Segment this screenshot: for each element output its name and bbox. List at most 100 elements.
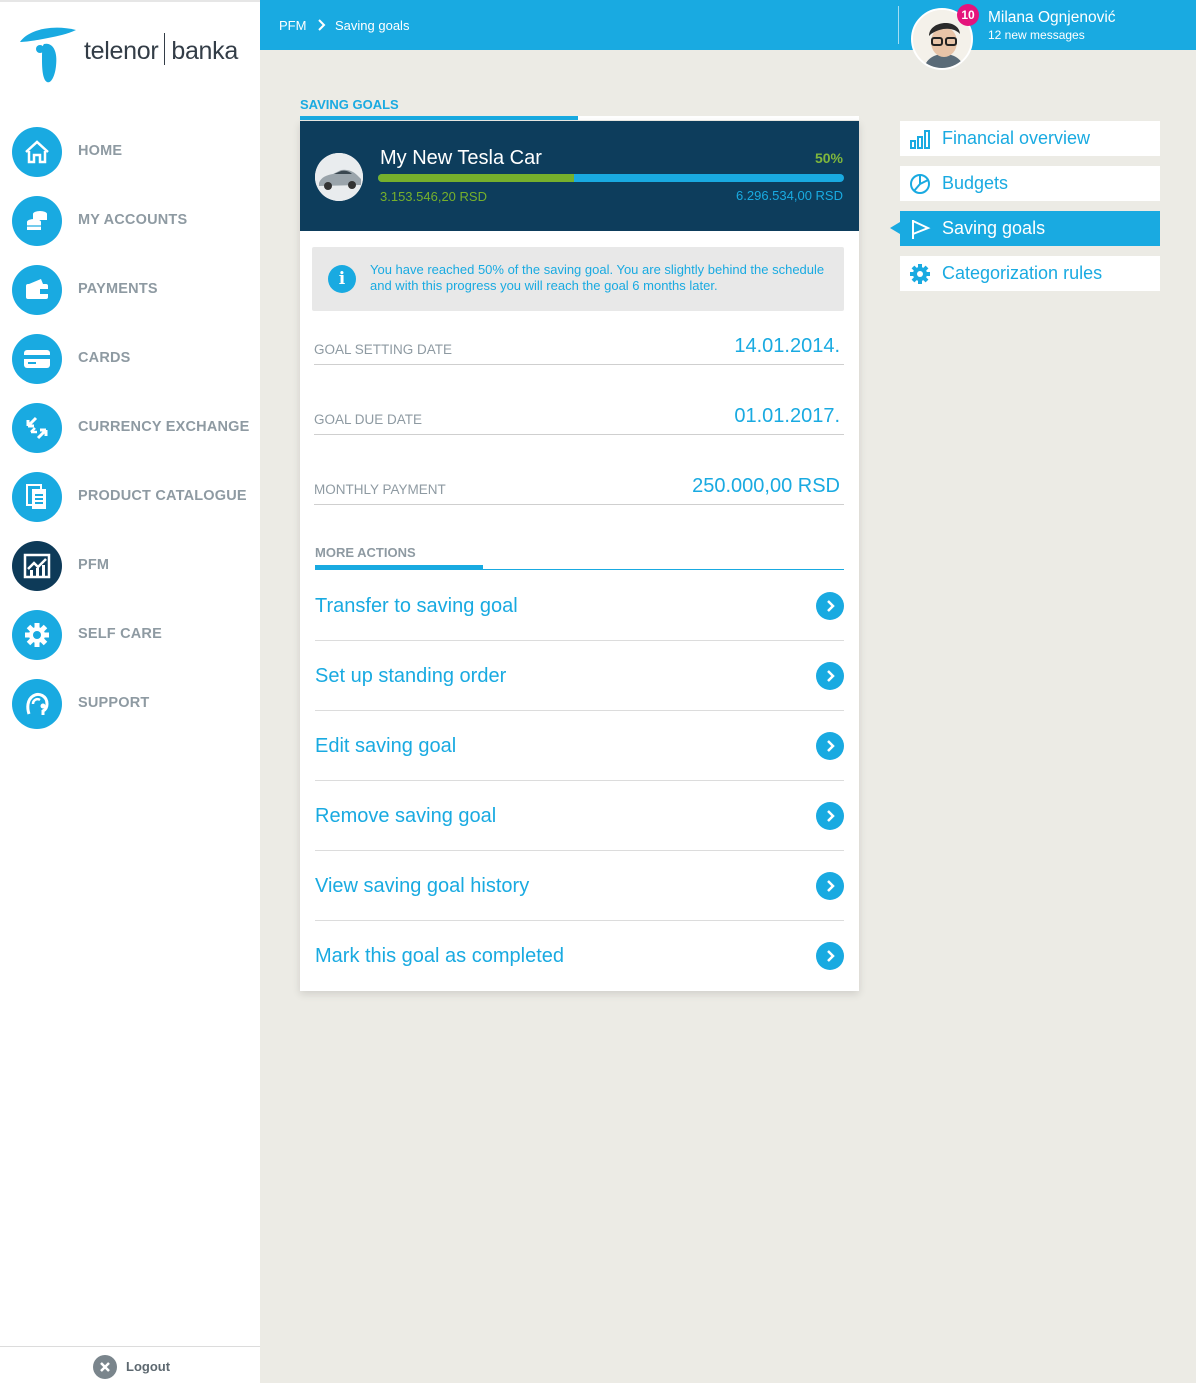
goal-progress-bar — [378, 174, 844, 182]
nav-item-self-care[interactable]: SELF CARE — [0, 606, 260, 675]
chevron-right-icon — [816, 872, 844, 900]
submenu-budgets[interactable]: Budgets — [900, 166, 1160, 201]
field-monthly-payment: MONTHLY PAYMENT 250.000,00 RSD — [314, 461, 844, 505]
field-label: GOAL DUE DATE — [314, 412, 423, 427]
field-label: GOAL SETTING DATE — [314, 342, 453, 357]
chevron-right-icon — [816, 592, 844, 620]
tab-saving-goals[interactable]: SAVING GOALS — [300, 97, 399, 112]
coins-icon — [12, 196, 62, 246]
headset-icon — [12, 679, 62, 729]
submenu-financial-overview[interactable]: Financial overview — [900, 121, 1160, 156]
pie-chart-icon — [910, 174, 930, 194]
card-icon — [12, 334, 62, 384]
chevron-right-icon — [816, 802, 844, 830]
nav-item-payments[interactable]: PAYMENTS — [0, 261, 260, 330]
tab-underline — [300, 116, 859, 120]
action-transfer-to-saving-goal[interactable]: Transfer to saving goal — [315, 571, 844, 641]
action-mark-goal-completed[interactable]: Mark this goal as completed — [315, 921, 844, 991]
close-icon — [93, 1355, 117, 1379]
action-edit-saving-goal[interactable]: Edit saving goal — [315, 711, 844, 781]
nav-label: PAYMENTS — [78, 281, 158, 297]
submenu-categorization-rules[interactable]: Categorization rules — [900, 256, 1160, 291]
wallet-icon — [12, 265, 62, 315]
top-bar: PFM Saving goals 10 Milana Ognjenović 12… — [260, 0, 1196, 70]
goal-saved-amount: 3.153.546,20 RSD — [380, 189, 487, 204]
nav-item-cards[interactable]: CARDS — [0, 330, 260, 399]
field-goal-due-date: GOAL DUE DATE 01.01.2017. — [314, 391, 844, 435]
gear-icon — [12, 610, 62, 660]
field-value: 14.01.2014. — [734, 335, 840, 357]
goal-header: My New Tesla Car 50% 3.153.546,20 RSD 6.… — [300, 121, 859, 231]
nav-item-my-accounts[interactable]: MY ACCOUNTS — [0, 192, 260, 261]
submenu-label: Financial overview — [942, 128, 1091, 148]
nav-label: SUPPORT — [78, 695, 150, 711]
goal-target-amount: 6.296.534,00 RSD — [736, 188, 843, 203]
chevron-right-icon — [816, 662, 844, 690]
active-pointer — [890, 222, 900, 234]
nav-item-home[interactable]: HOME — [0, 123, 260, 192]
nav-label: PRODUCT CATALOGUE — [78, 488, 247, 504]
nav-item-product-catalogue[interactable]: PRODUCT CATALOGUE — [0, 468, 260, 537]
nav-item-pfm[interactable]: PFM — [0, 537, 260, 606]
submenu-label: Budgets — [942, 173, 1009, 193]
nav-label: SELF CARE — [78, 626, 162, 642]
action-label: Mark this goal as completed — [315, 945, 565, 967]
action-label: Remove saving goal — [315, 805, 497, 827]
logout-button[interactable]: Logout — [0, 1346, 260, 1383]
telenor-banka-logo[interactable]: telenor banka — [18, 20, 248, 86]
action-label: View saving goal history — [315, 875, 530, 897]
flag-icon — [912, 220, 931, 239]
logo-text: telenor banka — [84, 33, 238, 66]
field-goal-setting-date: GOAL SETTING DATE 14.01.2014. — [314, 321, 844, 365]
info-message: i You have reached 50% of the saving goa… — [312, 247, 844, 311]
divider — [898, 6, 899, 44]
notification-badge[interactable]: 10 — [957, 4, 979, 26]
goal-image — [315, 153, 363, 201]
action-remove-saving-goal[interactable]: Remove saving goal — [315, 781, 844, 851]
nav-label: HOME — [78, 143, 123, 159]
chevron-right-icon — [816, 942, 844, 970]
info-icon: i — [328, 265, 356, 293]
chevron-right-icon — [816, 732, 844, 760]
car-icon — [315, 153, 363, 201]
nav-label: CARDS — [78, 350, 131, 366]
nav-label: PFM — [78, 557, 110, 573]
field-value: 01.01.2017. — [734, 405, 840, 427]
action-label: Transfer to saving goal — [315, 595, 518, 617]
nav-item-currency-exchange[interactable]: CURRENCY EXCHANGE — [0, 399, 260, 468]
goal-progress-fill — [378, 174, 574, 182]
action-label: Set up standing order — [315, 665, 507, 687]
nav-label: MY ACCOUNTS — [78, 212, 188, 228]
submenu-label: Saving goals — [942, 218, 1046, 238]
field-value: 250.000,00 RSD — [692, 475, 840, 497]
pfm-submenu: Financial overview Budgets Saving goals … — [890, 121, 1160, 301]
goal-percent: 50% — [814, 150, 843, 166]
field-label: MONTHLY PAYMENT — [314, 482, 446, 497]
more-actions-underline — [315, 565, 844, 570]
user-messages[interactable]: 12 new messages — [988, 28, 1085, 42]
breadcrumb-pfm[interactable]: PFM — [279, 18, 306, 33]
submenu-saving-goals[interactable]: Saving goals — [890, 211, 1160, 246]
action-label: Edit saving goal — [315, 735, 457, 757]
exchange-icon — [12, 403, 62, 453]
breadcrumb-current: Saving goals — [335, 18, 410, 33]
goal-title: My New Tesla Car — [380, 147, 542, 169]
bar-chart-icon — [910, 130, 930, 149]
submenu-label: Categorization rules — [942, 263, 1103, 283]
action-set-up-standing-order[interactable]: Set up standing order — [315, 641, 844, 711]
catalogue-icon — [12, 472, 62, 522]
nav-label: CURRENCY EXCHANGE — [78, 419, 250, 435]
saving-goal-card: My New Tesla Car 50% 3.153.546,20 RSD 6.… — [300, 121, 859, 991]
chevron-right-icon — [318, 19, 326, 31]
user-name[interactable]: Milana Ognjenović — [988, 9, 1116, 27]
main-nav: HOME MY ACCOUNTS PAYMENTS CARDS CURRENCY… — [0, 123, 260, 744]
nav-item-support[interactable]: SUPPORT — [0, 675, 260, 744]
sidebar: telenor banka HOME MY ACCOUNTS PAYMENTS C… — [0, 0, 260, 1383]
action-view-saving-goal-history[interactable]: View saving goal history — [315, 851, 844, 921]
logout-label: Logout — [126, 1359, 171, 1374]
gear-icon — [910, 264, 930, 284]
more-actions-title: MORE ACTIONS — [315, 545, 416, 560]
chart-icon — [12, 541, 62, 591]
telenor-propeller-icon — [20, 27, 76, 83]
home-icon — [12, 127, 62, 177]
